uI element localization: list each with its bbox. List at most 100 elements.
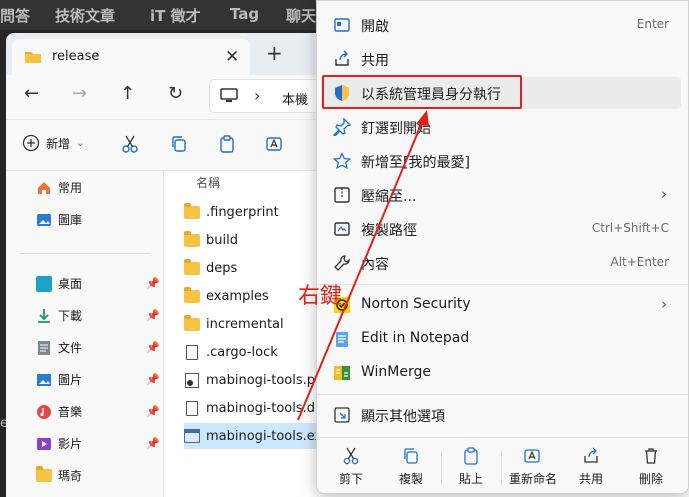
paste-toolbar-button[interactable] xyxy=(217,134,239,156)
folder-icon xyxy=(36,466,52,482)
list-item[interactable]: .cargo-lock xyxy=(184,339,278,365)
list-item[interactable]: incremental xyxy=(184,311,284,337)
sidebar-divider xyxy=(20,253,150,254)
sidebar-item-label: 影片 xyxy=(58,437,83,451)
refresh-icon[interactable]: ↻ xyxy=(168,83,183,104)
share-icon xyxy=(584,447,598,463)
chevron-right-icon[interactable]: › xyxy=(254,86,260,105)
copy-toolbar-button[interactable] xyxy=(169,134,191,156)
paste-button[interactable]: 貼上 xyxy=(441,447,501,487)
folder-icon xyxy=(24,49,42,69)
menu-item-more-options[interactable]: 顯示其他選項 xyxy=(321,399,681,431)
list-item-selected[interactable]: mabinogi-tools.exe xyxy=(184,423,334,449)
list-item[interactable]: mabinogi-tools.d xyxy=(184,395,315,421)
menu-item-shortcut: Alt+Enter xyxy=(610,255,669,269)
menu-item-compress[interactable]: 壓縮至... › xyxy=(321,179,681,211)
pin-icon[interactable]: 📌 xyxy=(146,405,160,418)
menu-item-label: Edit in Notepad xyxy=(361,330,470,346)
file-name: mabinogi-tools.pdb xyxy=(206,372,332,388)
menu-item-winmerge[interactable]: WinMerge xyxy=(321,357,681,389)
copy-button[interactable]: 複製 xyxy=(381,447,441,487)
list-item[interactable]: mabinogi-tools.pdb xyxy=(184,367,332,393)
cut-button[interactable]: 剪下 xyxy=(321,447,381,487)
site-nav-chat[interactable]: 聊天 xyxy=(286,5,316,26)
winmerge-icon xyxy=(334,366,350,380)
pin-icon[interactable]: 📌 xyxy=(146,373,160,386)
copy-icon xyxy=(172,136,186,152)
menu-item-copy-path[interactable]: 複製路徑 Ctrl+Shift+C xyxy=(321,213,681,245)
delete-button[interactable]: 刪除 xyxy=(621,447,681,487)
open-icon xyxy=(334,18,350,32)
menu-item-add-favorites[interactable]: 新增至[我的最愛] xyxy=(321,145,681,177)
highlight-box xyxy=(322,75,522,109)
sidebar-item-music[interactable]: 音樂 xyxy=(36,403,82,420)
file-name: examples xyxy=(206,288,269,304)
pictures-icon xyxy=(37,373,51,386)
home-icon xyxy=(38,181,50,194)
menu-item-label: 共用 xyxy=(361,53,389,69)
menu-item-norton[interactable]: Norton Security › xyxy=(321,289,681,321)
pin-icon[interactable]: 📌 xyxy=(146,277,160,290)
site-nav-jobs[interactable]: iT 徵才 xyxy=(150,5,201,26)
sidebar-item-mabinogi[interactable]: 瑪奇 xyxy=(36,466,82,484)
menu-separator xyxy=(317,284,688,285)
new-button[interactable]: 新增 ⌄ xyxy=(22,134,84,152)
rename-toolbar-button[interactable] xyxy=(265,134,287,156)
menu-item-edit-notepad[interactable]: Edit in Notepad xyxy=(321,323,681,355)
sidebar-item-videos[interactable]: 影片 xyxy=(36,435,82,452)
videos-icon xyxy=(37,437,51,450)
sidebar-item-documents[interactable]: 文件 xyxy=(36,339,82,356)
address-path: 本機 xyxy=(282,93,309,108)
sidebar-item-downloads[interactable]: 下載 xyxy=(36,307,82,324)
rename-button-label: 重新命名 xyxy=(508,472,557,486)
sidebar-item-label: 圖片 xyxy=(58,373,83,387)
share-button[interactable]: 共用 xyxy=(561,447,621,487)
share-button-label: 共用 xyxy=(578,472,603,486)
copy-icon xyxy=(404,448,418,464)
new-tab-icon[interactable]: + xyxy=(266,41,283,65)
back-arrow-icon[interactable]: ← xyxy=(24,83,39,104)
column-header-name[interactable]: 名稱 xyxy=(196,174,220,191)
close-icon[interactable]: ✕ xyxy=(225,47,239,67)
sidebar-item-gallery[interactable]: 圖庫 xyxy=(36,211,82,228)
site-nav-articles[interactable]: 技術文章 xyxy=(55,5,115,26)
sidebar-item-label: 常用 xyxy=(58,181,83,195)
pdb-file-icon xyxy=(185,372,199,388)
desktop-icon xyxy=(36,275,52,292)
menu-item-open[interactable]: 開啟 Enter xyxy=(321,9,681,41)
pin-icon[interactable]: 📌 xyxy=(146,437,160,450)
site-nav-tag[interactable]: Tag xyxy=(230,5,259,23)
menu-item-share[interactable]: 共用 xyxy=(321,43,681,75)
menu-item-label: Norton Security xyxy=(361,296,471,312)
up-arrow-icon[interactable]: ↑ xyxy=(120,83,135,104)
copy-button-label: 複製 xyxy=(398,472,423,486)
sidebar-item-desktop[interactable]: 桌面 xyxy=(36,275,82,292)
list-item[interactable]: deps xyxy=(184,255,237,281)
sidebar-item-home[interactable]: 常用 xyxy=(36,179,82,196)
menu-item-pin-to-start[interactable]: 釘選到開始 xyxy=(321,111,681,143)
folder-icon xyxy=(184,286,200,303)
file-icon xyxy=(186,344,198,360)
file-name: deps xyxy=(206,260,238,276)
pin-icon[interactable]: 📌 xyxy=(146,341,160,354)
list-item[interactable]: .fingerprint xyxy=(184,199,279,225)
paste-icon xyxy=(220,135,234,153)
list-item[interactable]: build xyxy=(184,227,238,253)
share-icon xyxy=(335,50,349,66)
rename-button[interactable]: 重新命名 xyxy=(501,447,565,487)
menu-item-properties[interactable]: 內容 Alt+Enter xyxy=(321,247,681,279)
rename-icon xyxy=(266,137,282,151)
menu-item-label: 顯示其他選項 xyxy=(361,409,445,425)
sidebar-item-pictures[interactable]: 圖片 xyxy=(36,371,82,388)
folder-icon xyxy=(184,230,200,247)
forward-arrow-icon[interactable]: → xyxy=(72,83,87,104)
rename-icon xyxy=(524,449,540,463)
chevron-down-icon: ⌄ xyxy=(76,137,85,149)
pin-icon[interactable]: 📌 xyxy=(146,309,160,322)
chevron-right-icon: › xyxy=(661,185,667,203)
paste-button-label: 貼上 xyxy=(458,472,483,486)
site-nav-qa[interactable]: 問答 xyxy=(0,5,30,26)
cut-toolbar-button[interactable] xyxy=(120,134,142,156)
tab-release[interactable]: release ✕ xyxy=(12,39,250,75)
list-item[interactable]: examples xyxy=(184,283,269,309)
